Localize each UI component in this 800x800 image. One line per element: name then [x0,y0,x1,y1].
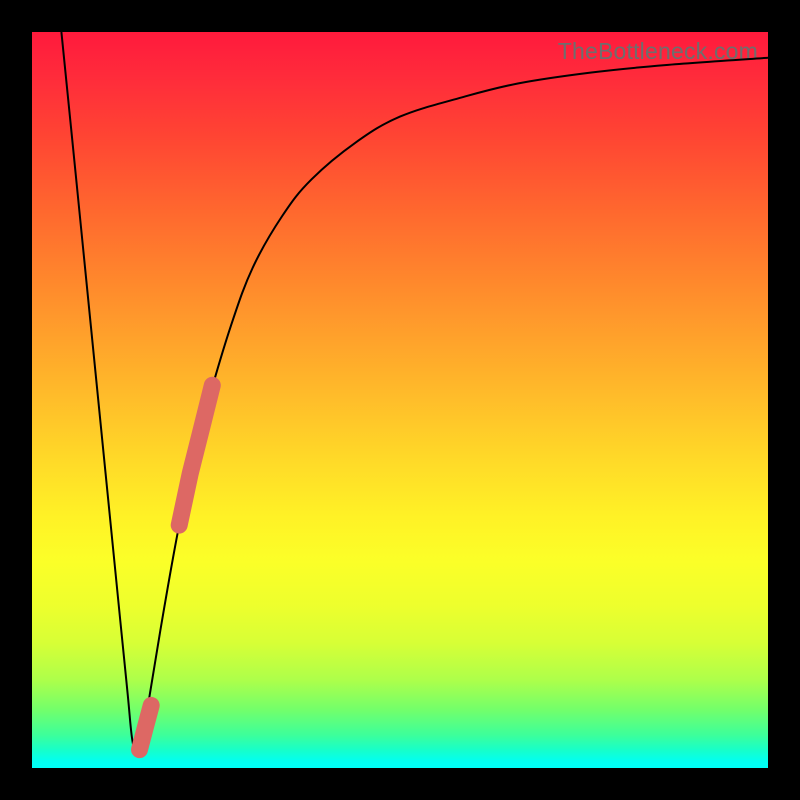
chart-svg [32,32,768,768]
plot-area: TheBottleneck.com [32,32,768,768]
curve-bottleneck [61,32,768,753]
highlight-segment-lower [140,705,152,749]
frame: TheBottleneck.com [0,0,800,800]
highlight-segment-upper [179,385,212,525]
